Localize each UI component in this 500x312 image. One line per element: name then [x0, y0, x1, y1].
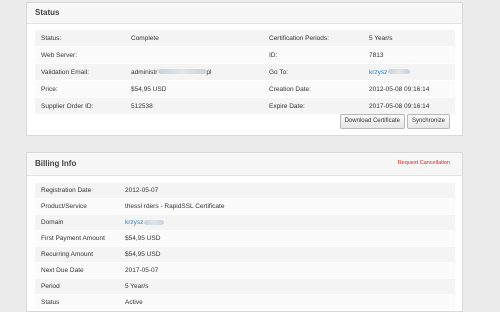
status-table: Status: Complete Certification Periods: … — [35, 30, 455, 115]
status-row: Status: Complete Certification Periods: … — [35, 30, 455, 47]
synchronize-button[interactable]: Synchronize — [406, 114, 450, 129]
id-value: 7813 — [363, 46, 455, 64]
web-server-label: Web Server: — [35, 46, 125, 64]
download-certificate-button[interactable]: Download Certificate — [339, 114, 405, 129]
billing-row: First Payment Amount $54,95 USD — [35, 230, 455, 247]
status-panel-title: Status — [27, 3, 462, 24]
request-cancellation-link[interactable]: Request Cancellation — [398, 160, 450, 166]
next-due-date-value: 2017-05-07 — [119, 262, 455, 279]
billing-row: Recurring Amount $54,95 USD — [35, 246, 455, 263]
next-due-date-label: Next Due Date — [35, 262, 119, 279]
billing-status-value: Active — [119, 294, 455, 311]
status-value: Complete — [125, 30, 263, 47]
status-row: Web Server: ID: 7813 — [35, 46, 455, 64]
billing-table: Registration Date 2012-05-07 Product/Ser… — [35, 183, 455, 311]
domain-link[interactable]: krzysz — [119, 214, 455, 231]
product-service-label: Product/Service — [35, 198, 119, 215]
price-label: Price: — [35, 80, 125, 98]
first-payment-amount-label: First Payment Amount — [35, 230, 119, 247]
creation-date-value: 2012-05-08 09:16:14 — [363, 80, 455, 98]
creation-date-label: Creation Date: — [263, 80, 363, 98]
billing-row: Period 5 Year/s — [35, 278, 455, 295]
expire-date-label: Expire Date: — [263, 97, 363, 115]
period-label: Period — [35, 278, 119, 295]
status-row: Price: $54,95 USD Creation Date: 2012-05… — [35, 80, 455, 98]
validation-email-tail: pl — [206, 68, 212, 76]
registration-date-label: Registration Date — [35, 183, 119, 199]
web-server-value — [125, 46, 263, 64]
id-label: ID: — [263, 46, 363, 64]
status-label: Status: — [35, 30, 125, 47]
redacted-blur — [144, 219, 165, 225]
product-service-value: thessl rders - RapidSSL Certificate — [119, 198, 455, 215]
first-payment-amount-value: $54,95 USD — [119, 230, 455, 247]
redacted-blur — [158, 69, 207, 75]
validation-email-value: administr pl — [125, 63, 263, 81]
status-panel: Status Status: Complete Certification Pe… — [26, 2, 463, 136]
recurring-amount-value: $54,95 USD — [119, 246, 455, 263]
billing-status-label: Status — [35, 294, 119, 311]
domain-link-text[interactable]: krzysz — [125, 219, 143, 226]
certification-periods-value: 5 Year/s — [363, 30, 455, 47]
billing-row: Registration Date 2012-05-07 — [35, 183, 455, 199]
go-to-label: Go To: — [263, 63, 363, 81]
billing-row: Product/Service thessl rders - RapidSSL … — [35, 198, 455, 215]
status-row: Validation Email: administr pl Go To: krz… — [35, 63, 455, 81]
price-value: $54,95 USD — [125, 80, 263, 98]
status-actions: Download Certificate Synchronize — [338, 114, 450, 129]
domain-label: Domain — [35, 214, 119, 231]
billing-row: Domain krzysz — [35, 214, 455, 231]
billing-row: Status Active — [35, 294, 455, 311]
supplier-order-id-value: 512538 — [125, 97, 263, 115]
period-value: 5 Year/s — [119, 278, 455, 295]
certification-periods-label: Certification Periods: — [263, 30, 363, 47]
billing-panel: Billing Info Request Cancellation Regist… — [26, 152, 463, 312]
expire-date-value: 2017-05-08 09:16:14 — [363, 97, 455, 115]
supplier-order-id-label: Supplier Order ID: — [35, 97, 125, 115]
recurring-amount-label: Recurring Amount — [35, 246, 119, 263]
validation-email-label: Validation Email: — [35, 63, 125, 81]
validation-email-text: administr — [131, 68, 158, 76]
redacted-blur — [388, 69, 411, 75]
go-to-link-text[interactable]: krzysz — [369, 69, 387, 76]
billing-row: Next Due Date 2017-05-07 — [35, 262, 455, 279]
go-to-link[interactable]: krzysz — [363, 63, 455, 81]
registration-date-value: 2012-05-07 — [119, 183, 455, 199]
status-row: Supplier Order ID: 512538 Expire Date: 2… — [35, 97, 455, 115]
